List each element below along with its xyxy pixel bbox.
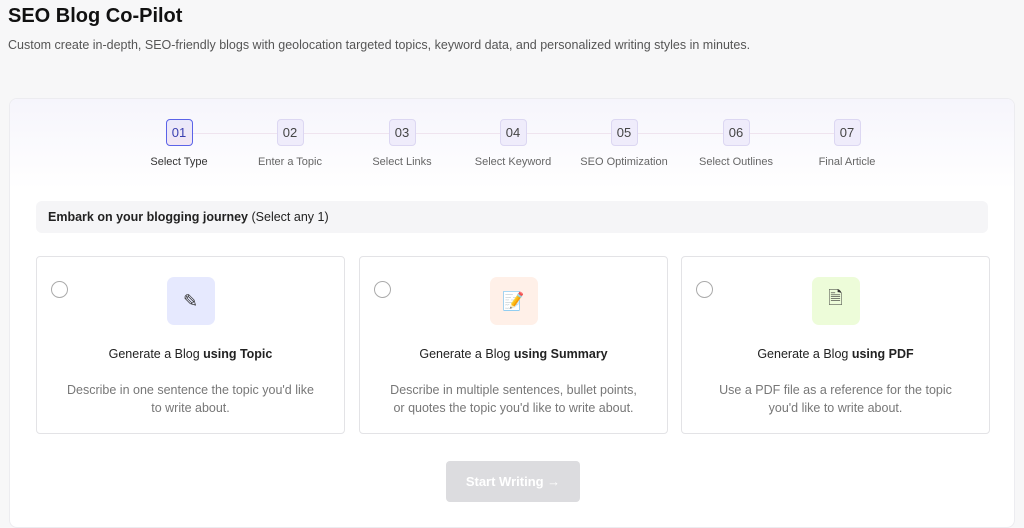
- step-label: Select Outlines: [699, 156, 773, 168]
- step-3[interactable]: 03 Select Links: [347, 119, 457, 168]
- step-label: Select Keyword: [474, 156, 552, 168]
- step-label: Select Links: [372, 156, 432, 168]
- card-description: Describe in multiple sentences, bullet p…: [390, 383, 637, 415]
- step-number: 05: [610, 119, 638, 146]
- step-2[interactable]: 02 Enter a Topic: [235, 119, 345, 168]
- card-using-topic[interactable]: ✎ Generate a Blog using Topic Describe i…: [36, 256, 345, 434]
- instruction-banner: Embark on your blogging journey (Select …: [36, 201, 988, 233]
- chat-edit-icon: ✎: [166, 277, 215, 325]
- page-subtitle: Custom create in-depth, SEO-friendly blo…: [8, 38, 751, 52]
- step-4[interactable]: 04 Select Keyword: [458, 119, 568, 168]
- step-number: 01: [165, 119, 193, 146]
- card-title: Generate a Blog using PDF: [757, 347, 914, 361]
- step-6[interactable]: 06 Select Outlines: [681, 119, 791, 168]
- document-edit-icon: 📝: [489, 277, 538, 325]
- step-label: Final Article: [818, 156, 876, 168]
- step-label: Select Type: [150, 156, 208, 168]
- banner-note: (Select any 1): [251, 210, 329, 224]
- start-writing-button[interactable]: Start Writing →: [446, 461, 580, 502]
- step-number: 03: [388, 119, 416, 146]
- card-description: Describe in one sentence the topic you'd…: [67, 383, 314, 415]
- step-5[interactable]: 05 SEO Optimization: [569, 119, 679, 168]
- card-title: Generate a Blog using Summary: [419, 347, 608, 361]
- card-description: Use a PDF file as a reference for the to…: [719, 383, 952, 415]
- card-using-summary[interactable]: 📝 Generate a Blog using Summary Describe…: [359, 256, 668, 434]
- wizard-panel: 01 Select Type 02 Enter a Topic 03 Select L…: [9, 98, 1015, 528]
- step-7[interactable]: 07 Final Article: [792, 119, 902, 168]
- pdf-file-icon: 🗎: [811, 277, 860, 325]
- step-number: 06: [722, 119, 750, 146]
- card-using-pdf[interactable]: 🗎 Generate a Blog using PDF Use a PDF fi…: [681, 256, 990, 434]
- card-title: Generate a Blog using Topic: [108, 347, 273, 361]
- radio-button[interactable]: [51, 281, 68, 298]
- banner-title: Embark on your blogging journey: [48, 210, 249, 224]
- step-number: 04: [499, 119, 527, 146]
- step-number: 02: [276, 119, 304, 146]
- radio-button[interactable]: [696, 281, 713, 298]
- step-1[interactable]: 01 Select Type: [124, 119, 234, 168]
- radio-button[interactable]: [374, 281, 391, 298]
- step-label: Enter a Topic: [257, 156, 322, 168]
- page-title: SEO Blog Co-Pilot: [8, 5, 183, 27]
- step-label: SEO Optimization: [580, 156, 668, 168]
- step-number: 07: [833, 119, 861, 146]
